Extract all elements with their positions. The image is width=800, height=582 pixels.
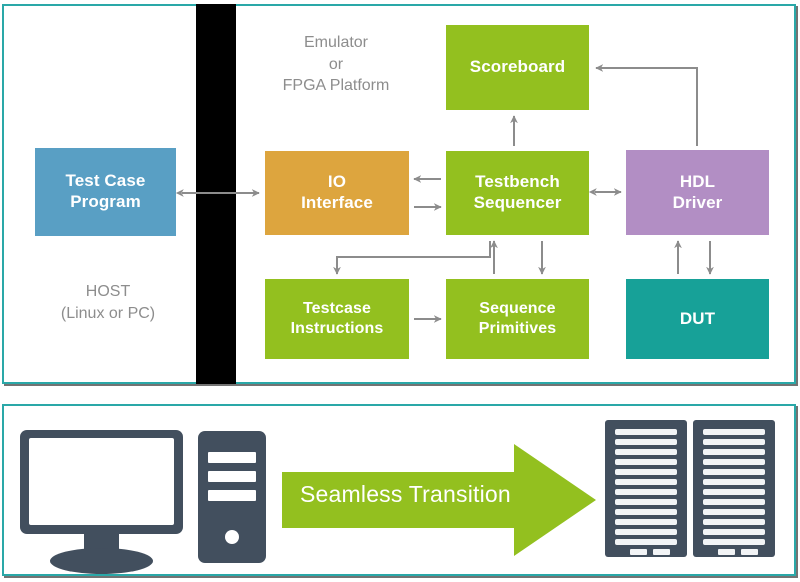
io-interface-line1: IO [327,172,347,192]
box-hdl-driver[interactable]: HDL Driver [626,150,769,235]
sequence-primitives-line1: Sequence [479,300,556,318]
box-test-case-program[interactable]: Test Case Program [35,148,176,236]
testcase-instructions-line2: Instructions [290,320,384,337]
testbench-sequencer-line1: Testbench [475,172,560,192]
test-case-program-line2: Program [70,192,141,211]
emulator-label-line2: or [328,55,344,73]
box-io-interface[interactable]: IO Interface [265,151,409,235]
box-testbench-sequencer[interactable]: Testbench Sequencer [446,151,589,235]
test-case-program-line1: Test Case [65,171,146,191]
hdl-driver-line2: Driver [672,192,723,212]
io-interface-line2: Interface [301,193,373,212]
tower-bay-3 [208,490,256,501]
emulator-label-line3: FPGA Platform [282,77,390,95]
hdl-driver-line1: HDL [679,171,716,191]
host-label-line1: HOST [85,283,131,300]
server-rack-2 [693,420,775,557]
tower-bay-2 [208,471,256,482]
server-rack-icon [600,404,796,576]
seamless-transition-label: Seamless Transition [300,481,511,507]
tower-power-led [225,530,239,544]
server-rack-1 [605,420,687,557]
testbench-sequencer-line2: Sequencer [473,193,562,212]
tower-bay-1 [208,452,256,463]
box-sequence-primitives[interactable]: Sequence Primitives [446,279,589,359]
monitor-base [50,548,153,574]
box-testcase-instructions[interactable]: Testcase Instructions [265,279,409,359]
box-dut[interactable]: DUT [626,279,769,359]
host-label-line2: (Linux or PC) [60,304,156,322]
emulator-platform-label: Emulator or FPGA Platform [262,32,410,97]
host-platform-label: HOST (Linux or PC) [38,281,178,324]
host-emulator-divider [196,4,236,384]
desktop-computer-icon [2,404,282,576]
diagram-root: HOST (Linux or PC) Emulator or FPGA Plat… [0,0,800,582]
dut-label: DUT [679,308,716,328]
testcase-instructions-line1: Testcase [302,300,372,318]
emulator-label-line1: Emulator [303,34,369,51]
scoreboard-label: Scoreboard [469,57,566,77]
box-scoreboard[interactable]: Scoreboard [446,25,589,110]
sequence-primitives-line2: Primitives [478,320,557,337]
monitor-screen [29,438,174,525]
